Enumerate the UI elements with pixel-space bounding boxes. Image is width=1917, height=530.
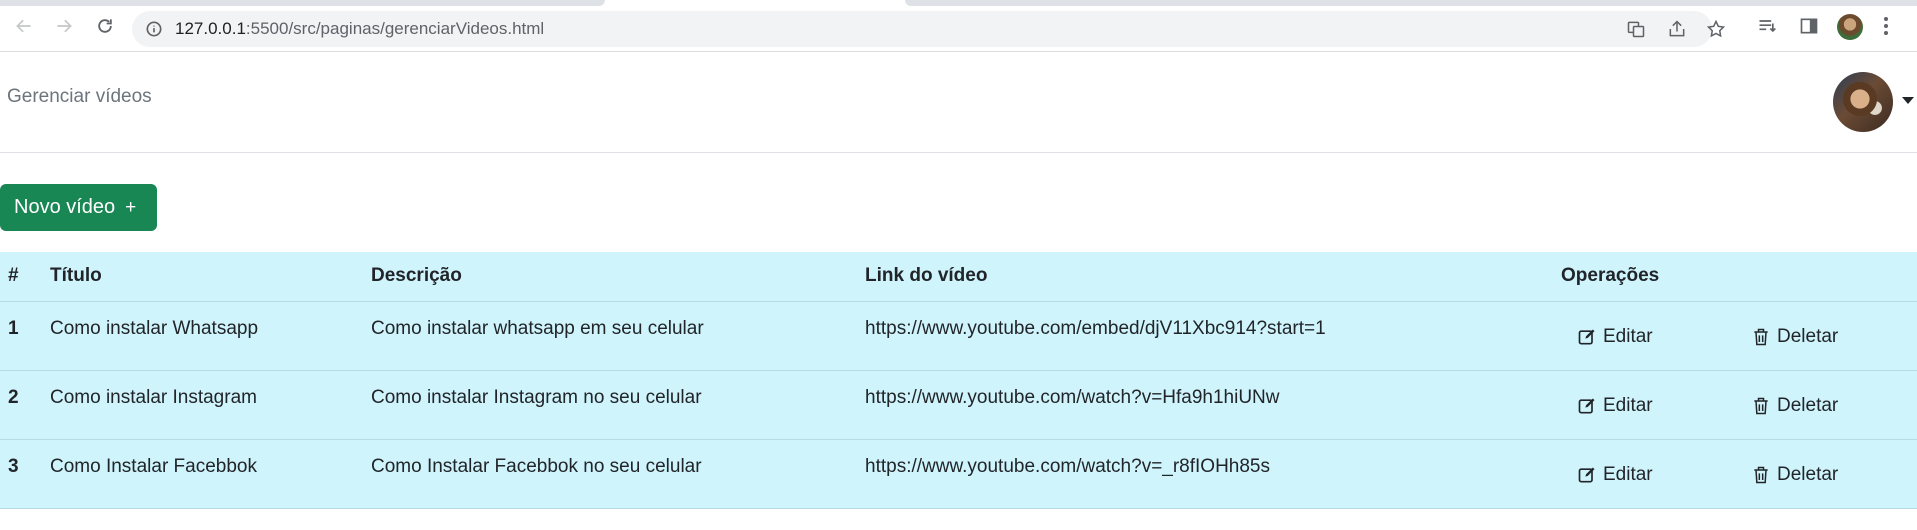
- edit-button[interactable]: Editar: [1577, 326, 1653, 348]
- row-link: https://www.youtube.com/watch?v=_r8fIOHh…: [865, 439, 1561, 509]
- delete-cell: Deletar: [1735, 439, 1917, 509]
- table-row: 1 Como instalar Whatsapp Como instalar w…: [0, 301, 1917, 371]
- column-header-operations-spacer: [1735, 252, 1917, 302]
- row-title: Como instalar Instagram: [50, 370, 371, 440]
- column-header-operations: Operações: [1561, 252, 1735, 302]
- site-info-icon[interactable]: [144, 19, 164, 39]
- pencil-square-icon: [1578, 398, 1595, 413]
- address-bar[interactable]: 127.0.0.1:5500/src/paginas/gerenciarVide…: [132, 11, 1726, 47]
- app-header: Gerenciar vídeos: [0, 52, 1917, 153]
- forward-icon[interactable]: [52, 14, 76, 38]
- table-row: 2 Como instalar Instagram Como instalar …: [0, 370, 1917, 440]
- delete-cell: Deletar: [1735, 370, 1917, 440]
- menu-icon[interactable]: [1883, 16, 1889, 36]
- edit-label: Editar: [1603, 325, 1653, 347]
- share-icon[interactable]: [1667, 19, 1687, 39]
- url-host: 127.0.0.1: [175, 19, 246, 38]
- trash-icon: [1754, 397, 1768, 414]
- column-header-id: #: [0, 252, 50, 302]
- back-icon[interactable]: [12, 14, 36, 38]
- trash-icon: [1754, 328, 1768, 345]
- edit-cell: Editar: [1561, 370, 1735, 440]
- table-row: 3 Como Instalar Facebbok Como Instalar F…: [0, 439, 1917, 509]
- row-description: Como instalar whatsapp em seu celular: [371, 301, 865, 371]
- reload-icon[interactable]: [93, 14, 117, 38]
- url-text[interactable]: 127.0.0.1:5500/src/paginas/gerenciarVide…: [175, 19, 544, 39]
- bookmark-star-icon[interactable]: [1706, 19, 1726, 39]
- row-link: https://www.youtube.com/watch?v=Hfa9h1hi…: [865, 370, 1561, 440]
- row-title: Como instalar Whatsapp: [50, 301, 371, 371]
- profile-avatar[interactable]: [1837, 14, 1863, 40]
- edit-cell: Editar: [1561, 439, 1735, 509]
- delete-button[interactable]: Deletar: [1751, 395, 1838, 417]
- dropdown-caret-icon[interactable]: [1902, 97, 1914, 104]
- pencil-square-icon: [1578, 329, 1595, 344]
- edit-label: Editar: [1603, 463, 1653, 485]
- url-path: :5500/src/paginas/gerenciarVideos.html: [245, 19, 545, 38]
- tab-strip: [905, 0, 1917, 6]
- table-header-row: # Título Descrição Link do vídeo Operaçõ…: [0, 252, 1917, 302]
- row-id: 2: [0, 370, 50, 440]
- edit-button[interactable]: Editar: [1577, 464, 1653, 486]
- edit-button[interactable]: Editar: [1577, 395, 1653, 417]
- row-description: Como Instalar Facebbok no seu celular: [371, 439, 865, 509]
- row-id: 1: [0, 301, 50, 371]
- delete-button[interactable]: Deletar: [1751, 464, 1838, 486]
- pencil-square-icon: [1578, 467, 1595, 482]
- row-description: Como instalar Instagram no seu celular: [371, 370, 865, 440]
- column-header-title: Título: [50, 252, 371, 302]
- delete-cell: Deletar: [1735, 301, 1917, 371]
- delete-button[interactable]: Deletar: [1751, 326, 1838, 348]
- page-title: Gerenciar vídeos: [7, 86, 152, 107]
- delete-label: Deletar: [1777, 463, 1839, 485]
- row-link: https://www.youtube.com/embed/djV11Xbc91…: [865, 301, 1561, 371]
- videos-table: # Título Descrição Link do vídeo Operaçõ…: [0, 252, 1917, 509]
- reading-list-icon[interactable]: [1757, 16, 1777, 36]
- new-video-label: Novo vídeo: [14, 196, 116, 218]
- side-panel-icon[interactable]: [1799, 16, 1819, 36]
- plus-icon: +: [125, 196, 137, 218]
- user-avatar[interactable]: [1833, 72, 1893, 132]
- browser-toolbar: 127.0.0.1:5500/src/paginas/gerenciarVide…: [0, 0, 1917, 52]
- translate-icon[interactable]: [1626, 19, 1646, 39]
- column-header-description: Descrição: [371, 252, 865, 302]
- edit-label: Editar: [1603, 394, 1653, 416]
- delete-label: Deletar: [1777, 325, 1839, 347]
- trash-icon: [1754, 466, 1768, 483]
- row-id: 3: [0, 439, 50, 509]
- row-title: Como Instalar Facebbok: [50, 439, 371, 509]
- edit-cell: Editar: [1561, 301, 1735, 371]
- delete-label: Deletar: [1777, 394, 1839, 416]
- column-header-link: Link do vídeo: [865, 252, 1561, 302]
- new-video-button[interactable]: Novo vídeo +: [0, 184, 157, 231]
- tab-strip: [0, 0, 605, 6]
